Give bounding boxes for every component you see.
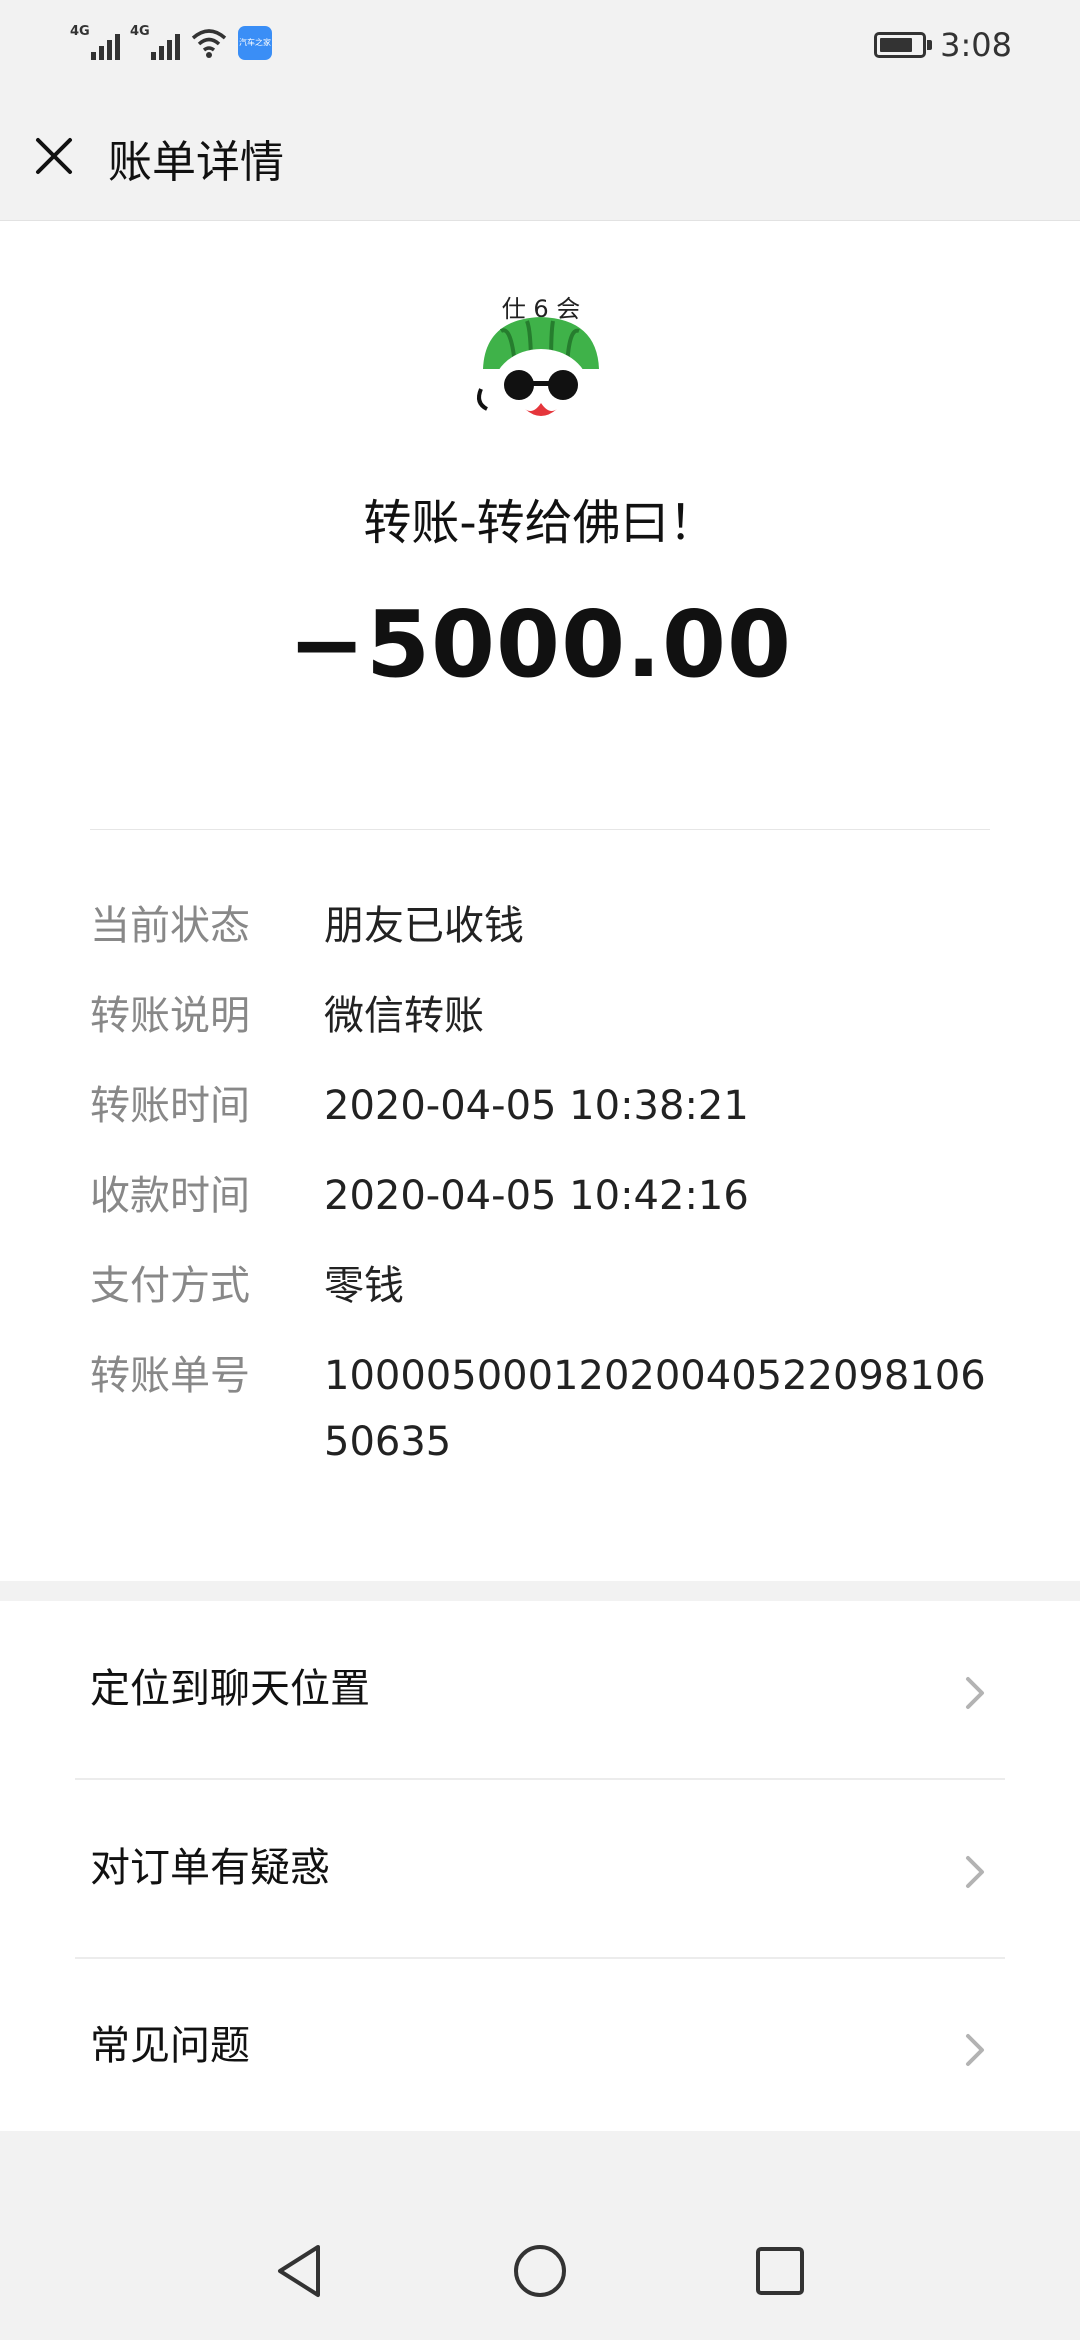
menu-item-faq[interactable]: 常见问题: [0, 1958, 1080, 2134]
avatar: 仕 6 会: [477, 295, 599, 429]
menu-item-label: 定位到聊天位置: [90, 1666, 370, 1712]
network-type-1: 4G: [70, 24, 90, 39]
section-gap: [0, 1581, 1080, 1601]
transaction-card: 仕 6 会 转账-转给佛曰！ −5000.00 当前状态 朋友已收钱 转账说明 …: [0, 221, 1080, 1581]
close-icon[interactable]: [28, 130, 80, 182]
system-nav-bar: [0, 2131, 1080, 2340]
wifi-icon: [191, 29, 227, 58]
detail-label: 转账说明: [90, 993, 250, 1039]
detail-label: 转账时间: [90, 1083, 250, 1129]
status-right: 3:08: [874, 26, 1012, 64]
network-type-2: 4G: [130, 24, 150, 39]
chevron-right-icon: [966, 1677, 984, 1709]
status-bar: 4G 4G 汽车之家 3:08: [0, 0, 1080, 90]
detail-label: 收款时间: [90, 1173, 250, 1219]
chevron-right-icon: [966, 2034, 984, 2066]
action-menu: 定位到聊天位置 对订单有疑惑 常见问题: [0, 1601, 1080, 2131]
signal-icon: 4G: [70, 24, 120, 60]
clock: 3:08: [940, 26, 1012, 64]
app-notification-icon: 汽车之家: [238, 26, 272, 60]
detail-value: 朋友已收钱: [324, 903, 524, 949]
page-title: 账单详情: [108, 137, 284, 188]
divider: [90, 829, 990, 830]
menu-item-label: 对订单有疑惑: [90, 1845, 330, 1891]
detail-label: 支付方式: [90, 1263, 250, 1309]
detail-value: 2020-04-05 10:42:16: [324, 1173, 749, 1219]
home-circle-icon[interactable]: [508, 2239, 572, 2303]
back-triangle-icon[interactable]: [268, 2239, 332, 2303]
detail-value: 2020-04-05 10:38:21: [324, 1083, 749, 1129]
menu-item-locate-chat[interactable]: 定位到聊天位置: [0, 1601, 1080, 1777]
app-header: 账单详情: [0, 90, 1080, 221]
transaction-amount: −5000.00: [287, 591, 793, 698]
signal-icon-2: 4G: [130, 24, 180, 60]
detail-value: 微信转账: [324, 993, 484, 1039]
detail-value: 1000050001202004052209810650635: [324, 1353, 986, 1465]
menu-item-label: 常见问题: [90, 2023, 250, 2069]
status-left: 4G 4G 汽车之家: [70, 24, 272, 60]
detail-value: 零钱: [324, 1263, 404, 1309]
chevron-right-icon: [966, 1856, 984, 1888]
detail-label: 转账单号: [90, 1353, 250, 1399]
menu-item-order-question[interactable]: 对订单有疑惑: [0, 1780, 1080, 1956]
battery-fill: [880, 38, 913, 52]
recents-square-icon[interactable]: [748, 2239, 812, 2303]
transaction-title: 转账-转给佛曰！: [363, 495, 717, 551]
battery-icon: [874, 32, 933, 58]
detail-label: 当前状态: [90, 903, 250, 949]
